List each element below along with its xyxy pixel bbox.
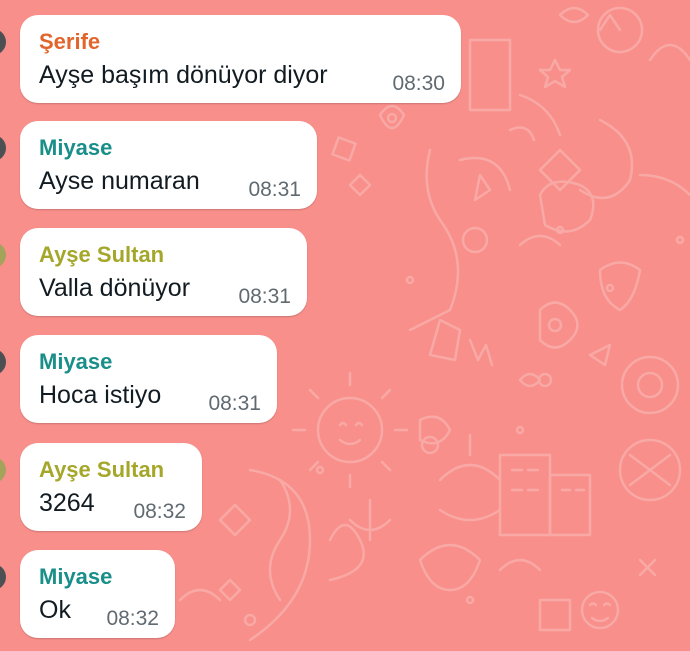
avatar[interactable] (0, 564, 6, 590)
message-bubble[interactable]: Şerife Ayşe başım dönüyor diyor 08:30 (20, 15, 461, 103)
message-text: Ok (39, 596, 71, 624)
avatar[interactable] (0, 29, 6, 55)
message-timestamp: 08:31 (238, 285, 291, 308)
message-text: Hoca istiyo (39, 381, 162, 409)
sender-name[interactable]: Miyase (39, 564, 112, 590)
sender-name[interactable]: Ayşe Sultan (39, 242, 164, 268)
message-bubble[interactable]: Miyase Hoca istiyo 08:31 (20, 335, 277, 423)
message-bubble[interactable]: Miyase Ok 08:32 (20, 550, 175, 638)
sender-name[interactable]: Şerife (39, 29, 100, 55)
message-bubble[interactable]: Miyase Ayse numaran 08:31 (20, 121, 317, 209)
message-timestamp: 08:30 (392, 72, 445, 95)
avatar[interactable] (0, 242, 6, 268)
message-text: 3264 (39, 489, 95, 517)
sender-name[interactable]: Ayşe Sultan (39, 457, 164, 483)
message-timestamp: 08:31 (208, 392, 261, 415)
message-timestamp: 08:32 (133, 500, 186, 523)
sender-name[interactable]: Miyase (39, 349, 112, 375)
message-text: Ayse numaran (39, 167, 200, 195)
message-timestamp: 08:31 (248, 178, 301, 201)
chat-message-list[interactable]: Şerife Ayşe başım dönüyor diyor 08:30 Mi… (0, 0, 690, 651)
message-text: Valla dönüyor (39, 274, 191, 302)
avatar[interactable] (0, 135, 6, 161)
avatar[interactable] (0, 457, 6, 483)
avatar[interactable] (0, 349, 6, 375)
message-bubble[interactable]: Ayşe Sultan 3264 08:32 (20, 443, 202, 531)
message-timestamp: 08:32 (106, 607, 159, 630)
sender-name[interactable]: Miyase (39, 135, 112, 161)
message-text: Ayşe başım dönüyor diyor (39, 61, 328, 89)
message-bubble[interactable]: Ayşe Sultan Valla dönüyor 08:31 (20, 228, 307, 316)
